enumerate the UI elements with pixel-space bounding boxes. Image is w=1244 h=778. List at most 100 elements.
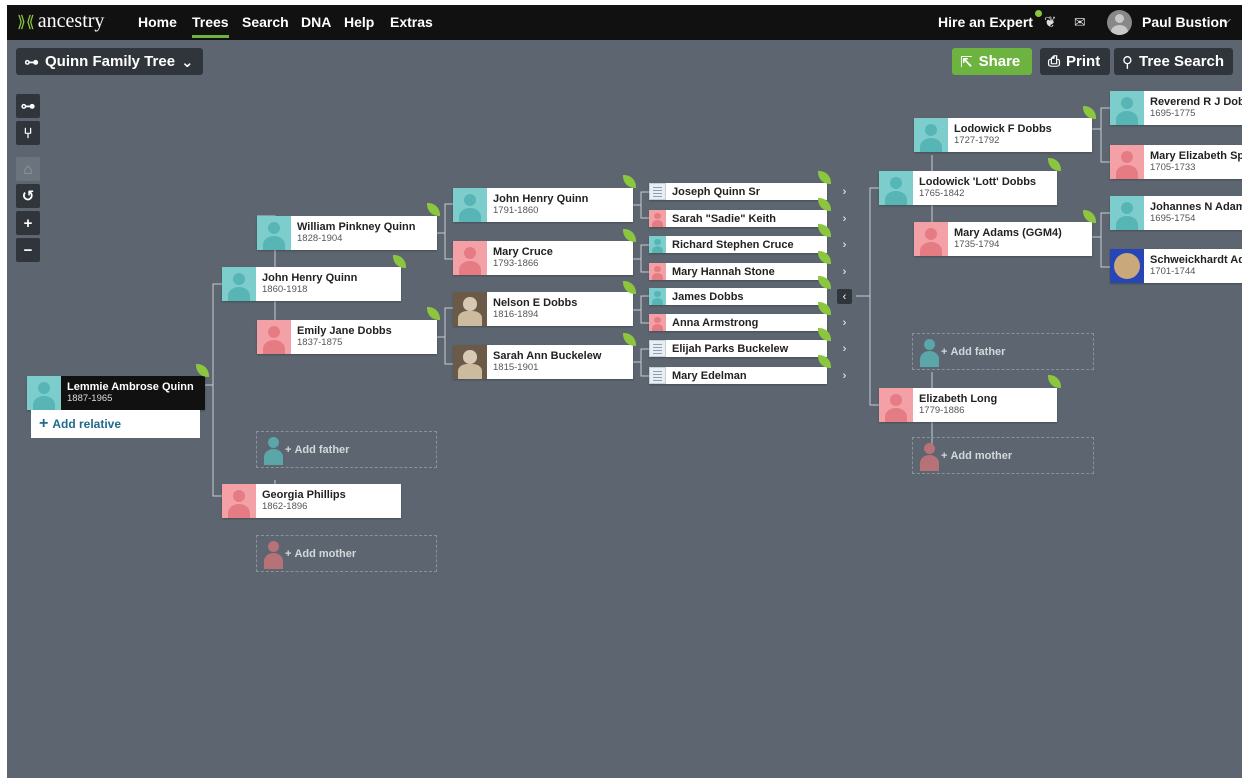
male-avatar-icon — [1110, 196, 1144, 230]
person-card[interactable]: Richard Stephen Cruce — [649, 236, 827, 253]
female-avatar-icon — [914, 222, 948, 256]
app-frame: ⟫⟪ ancestry Home Trees Search DNA Help Ex… — [7, 5, 1242, 778]
person-card[interactable]: Lodowick F Dobbs 1727-1792 — [914, 118, 1092, 152]
document-thumb — [649, 367, 666, 384]
person-card[interactable]: Elijah Parks Buckelew — [649, 340, 827, 357]
person-card[interactable]: Emily Jane Dobbs 1837-1875 — [257, 320, 437, 354]
person-years: 1860-1918 — [262, 284, 308, 295]
add-father-button[interactable]: + Add father — [256, 431, 437, 468]
person-card[interactable]: Sarah "Sadie" Keith — [649, 210, 827, 227]
add-father-label: Add father — [294, 443, 350, 456]
person-years: 1793-1866 — [493, 258, 539, 269]
add-father-button[interactable]: + Add father — [912, 333, 1094, 370]
male-avatar-icon — [27, 376, 61, 410]
person-years: 1791-1860 — [493, 205, 539, 216]
person-name: Georgia Phillips — [262, 489, 346, 501]
person-years: 1727-1792 — [954, 135, 1000, 146]
person-name: Mary Edelman — [672, 369, 747, 382]
female-avatar-icon — [649, 263, 666, 280]
person-card[interactable]: James Dobbs — [649, 288, 827, 305]
female-avatar-icon — [453, 241, 487, 275]
person-name: John Henry Quinn — [493, 193, 589, 205]
chevron-left-icon[interactable]: ‹ — [837, 289, 852, 304]
person-years: 1765-1842 — [919, 188, 965, 199]
person-name: Reverend R J Dobb — [1150, 96, 1242, 108]
person-years: 1837-1875 — [297, 337, 343, 348]
male-avatar-icon — [914, 118, 948, 152]
male-avatar-icon — [649, 236, 666, 253]
chevron-right-icon[interactable]: › — [837, 211, 852, 226]
male-avatar-icon — [879, 171, 913, 205]
person-card[interactable]: Reverend R J Dobb 1695-1775 — [1110, 91, 1242, 125]
person-name: Lodowick 'Lott' Dobbs — [919, 176, 1037, 188]
person-years: 1735-1794 — [954, 239, 1000, 250]
person-years: 1705-1733 — [1150, 162, 1196, 173]
person-card[interactable]: Nelson E Dobbs 1816-1894 — [453, 292, 633, 326]
person-name: Nelson E Dobbs — [493, 297, 578, 309]
female-avatar-icon — [649, 210, 666, 227]
person-card[interactable]: Mary Cruce 1793-1866 — [453, 241, 633, 275]
female-avatar-icon — [222, 484, 256, 518]
person-name: Mary Adams (GGM4) — [954, 227, 1062, 239]
person-card[interactable]: Mary Adams (GGM4) 1735-1794 — [914, 222, 1092, 256]
person-card[interactable]: Sarah Ann Buckelew 1815-1901 — [453, 345, 633, 379]
female-avatar-icon — [257, 320, 291, 354]
person-photo — [453, 292, 487, 326]
add-relative-button[interactable]: + Add relative — [31, 410, 200, 438]
person-card[interactable]: Mary Hannah Stone — [649, 263, 827, 280]
person-card[interactable]: Schweickhardt Ada 1701-1744 — [1110, 249, 1242, 283]
person-name: Johannes N Adam — [1150, 201, 1242, 213]
person-years: 1887-1965 — [67, 393, 113, 404]
person-card[interactable]: Anna Armstrong — [649, 314, 827, 331]
person-card[interactable]: John Henry Quinn 1860-1918 — [222, 267, 401, 301]
person-card[interactable]: John Henry Quinn 1791-1860 — [453, 188, 633, 222]
chevron-right-icon[interactable]: › — [837, 368, 852, 383]
male-avatar-icon — [1110, 91, 1144, 125]
person-name: Lodowick F Dobbs — [954, 123, 1052, 135]
male-avatar-icon — [649, 288, 666, 305]
female-avatar-icon — [1110, 145, 1144, 179]
person-photo — [453, 345, 487, 379]
person-card-root[interactable]: Lemmie Ambrose Quinn 1887-1965 — [27, 376, 205, 410]
person-card[interactable]: Lodowick 'Lott' Dobbs 1765-1842 — [879, 171, 1057, 205]
person-card[interactable]: Joseph Quinn Sr — [649, 183, 827, 200]
chevron-right-icon[interactable]: › — [837, 341, 852, 356]
chevron-right-icon[interactable]: › — [837, 237, 852, 252]
person-years: 1828-1904 — [297, 233, 343, 244]
person-years: 1816-1894 — [493, 309, 539, 320]
female-silhouette-icon — [919, 441, 939, 471]
chevron-right-icon[interactable]: › — [837, 315, 852, 330]
document-thumb — [649, 183, 666, 200]
person-years: 1815-1901 — [493, 362, 539, 373]
add-mother-button[interactable]: + Add mother — [256, 535, 437, 572]
person-card[interactable]: Johannes N Adam 1695-1754 — [1110, 196, 1242, 230]
chevron-right-icon[interactable]: › — [837, 184, 852, 199]
person-years: 1695-1754 — [1150, 213, 1196, 224]
person-years: 1695-1775 — [1150, 108, 1196, 119]
person-name: William Pinkney Quinn — [297, 221, 416, 233]
person-card[interactable]: Elizabeth Long 1779-1886 — [879, 388, 1057, 422]
chevron-right-icon[interactable]: › — [837, 264, 852, 279]
person-years: 1779-1886 — [919, 405, 965, 416]
person-name: Anna Armstrong — [672, 316, 759, 329]
person-name: Richard Stephen Cruce — [672, 238, 794, 251]
person-name: Joseph Quinn Sr — [672, 185, 761, 198]
female-avatar-icon — [879, 388, 913, 422]
add-mother-label: Add mother — [294, 547, 357, 560]
person-card[interactable]: Mary Edelman — [649, 367, 827, 384]
person-name: Lemmie Ambrose Quinn — [67, 381, 194, 393]
person-name: Sarah "Sadie" Keith — [672, 212, 776, 225]
add-mother-button[interactable]: + Add mother — [912, 437, 1094, 474]
person-years: 1701-1744 — [1150, 266, 1196, 277]
person-name: Mary Hannah Stone — [672, 265, 775, 278]
person-name: Schweickhardt Ada — [1150, 254, 1242, 266]
male-avatar-icon — [257, 216, 291, 250]
person-name: Emily Jane Dobbs — [297, 325, 392, 337]
person-name: James Dobbs — [672, 290, 744, 303]
person-card[interactable]: Georgia Phillips 1862-1896 — [222, 484, 401, 518]
person-card[interactable]: Mary Elizabeth Spe 1705-1733 — [1110, 145, 1242, 179]
person-name: John Henry Quinn — [262, 272, 358, 284]
person-card[interactable]: William Pinkney Quinn 1828-1904 — [257, 216, 437, 250]
person-name: Sarah Ann Buckelew — [493, 350, 602, 362]
female-silhouette-icon — [263, 539, 283, 569]
